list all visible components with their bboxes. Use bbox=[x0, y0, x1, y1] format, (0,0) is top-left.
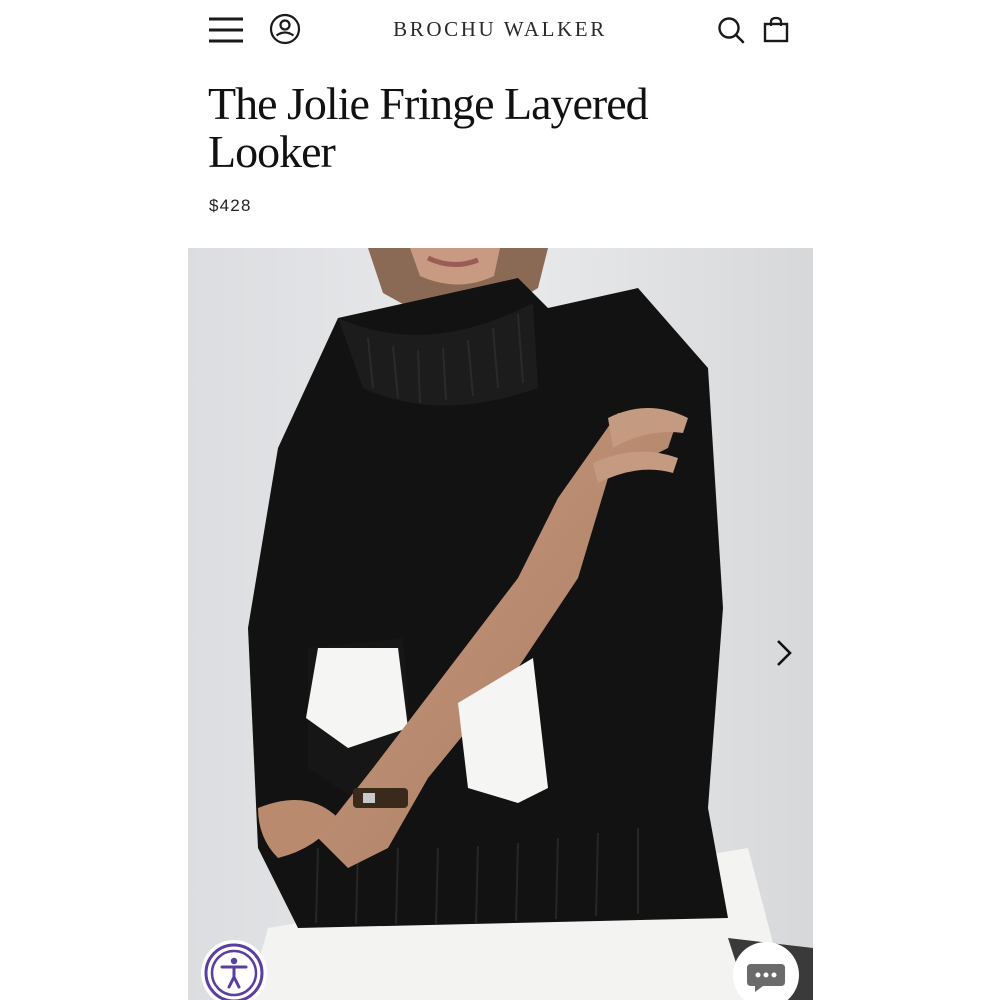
chat-button[interactable] bbox=[733, 942, 799, 1000]
product-title: The Jolie Fringe Layered Looker bbox=[208, 80, 808, 176]
product-image bbox=[188, 248, 813, 1000]
chat-bubble-icon bbox=[735, 944, 797, 1000]
chevron-right-icon bbox=[777, 640, 792, 666]
hamburger-menu-icon bbox=[209, 17, 243, 43]
cart-button[interactable] bbox=[758, 12, 794, 48]
menu-button[interactable] bbox=[204, 12, 248, 48]
product-page: BROCHU WALKER The Jolie Fringe Layered L… bbox=[0, 0, 1000, 1000]
product-title-line1: The Jolie Fringe Layered bbox=[208, 78, 649, 129]
accessibility-icon bbox=[204, 943, 264, 1000]
product-price: $428 bbox=[209, 196, 252, 215]
search-icon bbox=[718, 17, 745, 44]
brand-logo[interactable]: BROCHU WALKER bbox=[340, 17, 660, 42]
accessibility-button[interactable] bbox=[201, 940, 267, 1000]
product-image-gallery[interactable] bbox=[188, 248, 813, 1000]
search-button[interactable] bbox=[713, 12, 749, 48]
product-title-line2: Looker bbox=[208, 126, 336, 177]
account-icon bbox=[269, 13, 301, 45]
shopping-bag-icon bbox=[763, 16, 789, 43]
account-button[interactable] bbox=[266, 10, 304, 48]
gallery-next-button[interactable] bbox=[769, 634, 799, 672]
site-header: BROCHU WALKER bbox=[0, 0, 1000, 64]
